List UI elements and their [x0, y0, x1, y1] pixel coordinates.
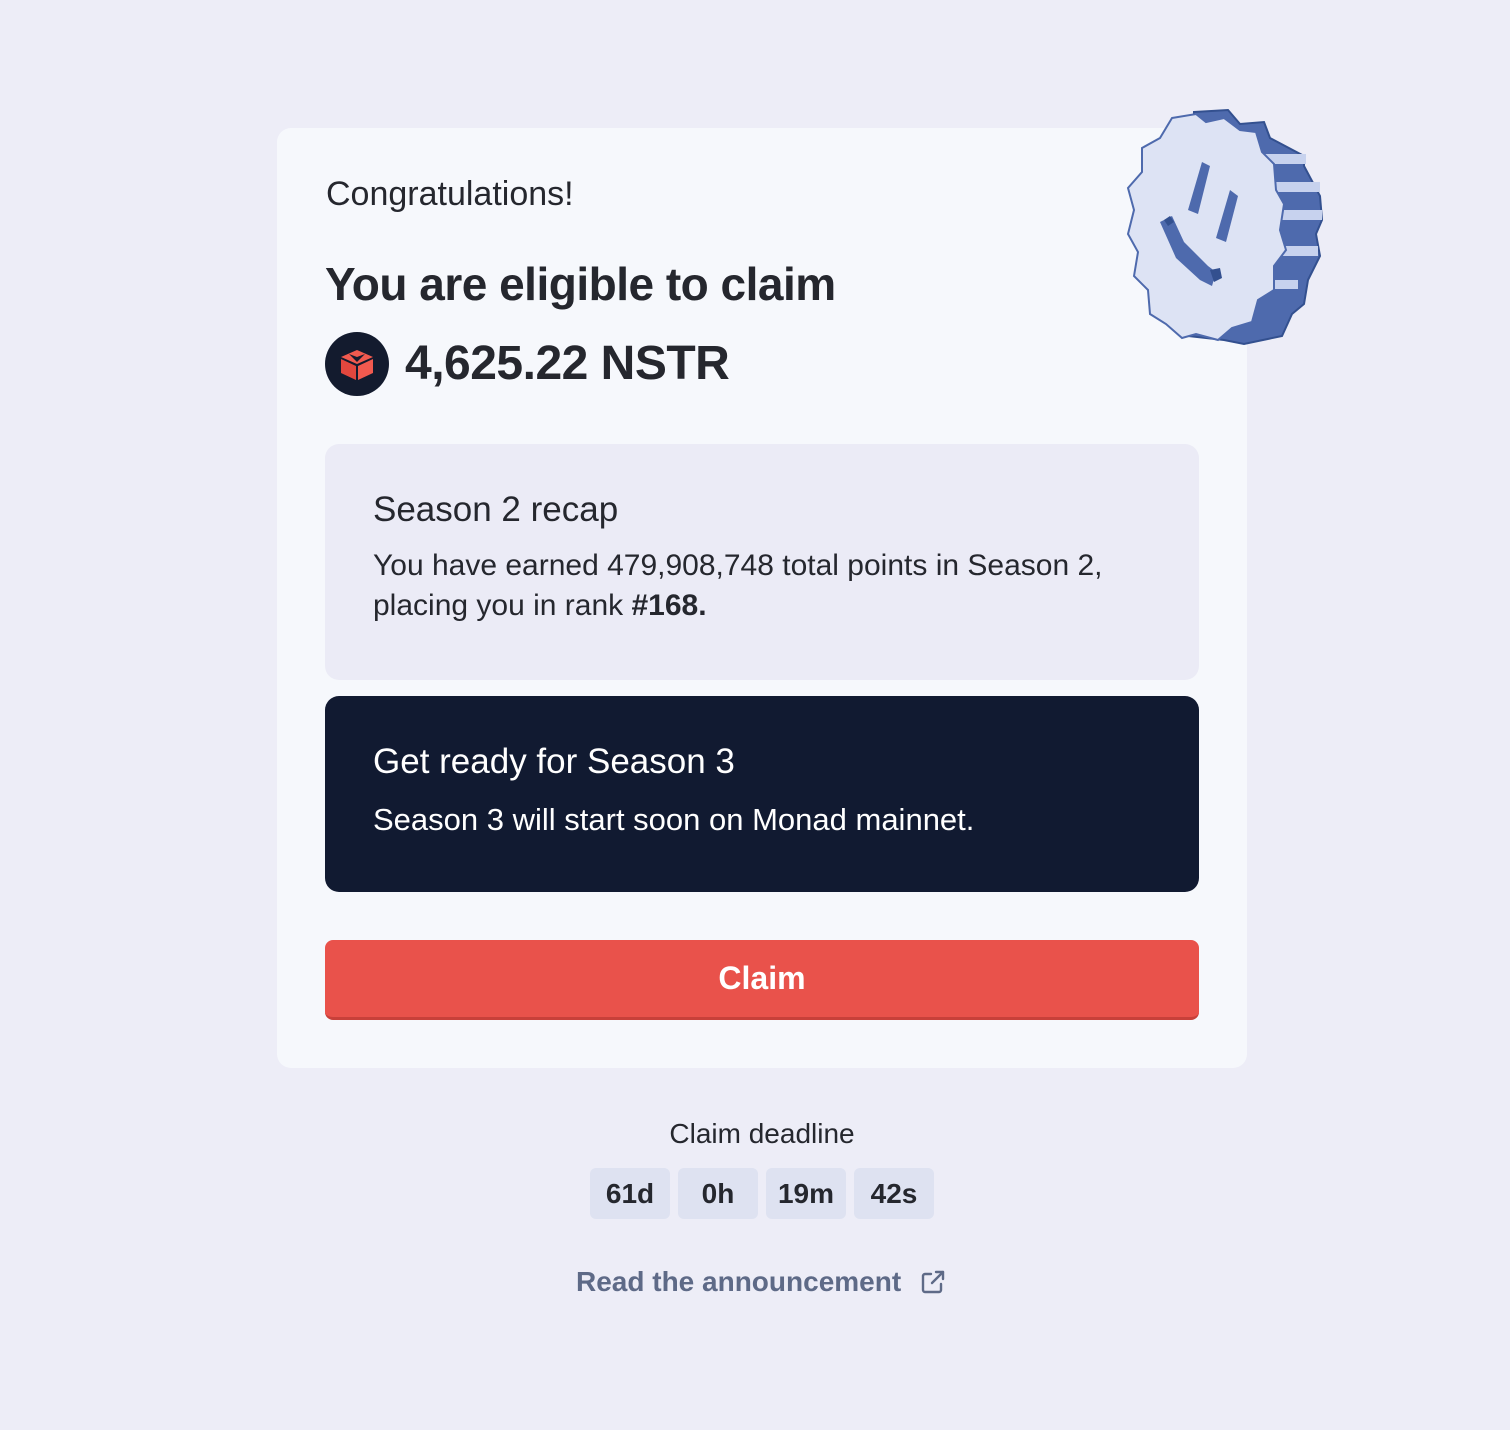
- claim-card: Congratulations! You are eligible to cla…: [277, 128, 1247, 1068]
- greeting-text: Congratulations!: [326, 175, 574, 213]
- recap-body-text: You have earned 479,908,748 total points…: [373, 549, 1103, 622]
- claim-amount: 4,625.22 NSTR: [405, 337, 730, 390]
- nstr-token-icon: [325, 332, 389, 396]
- smiley-coin-icon: [1126, 108, 1324, 346]
- recap-body: You have earned 479,908,748 total points…: [373, 546, 1143, 626]
- claim-countdown: 61d 0h 19m 42s: [590, 1168, 934, 1219]
- countdown-minutes: 19m: [766, 1168, 846, 1219]
- claim-amount-row: 4,625.22 NSTR: [325, 332, 730, 396]
- eligible-headline: You are eligible to claim: [325, 258, 836, 310]
- countdown-days: 61d: [590, 1168, 670, 1219]
- season-2-recap-panel: Season 2 recap You have earned 479,908,7…: [325, 444, 1199, 680]
- season-3-title: Get ready for Season 3: [373, 742, 735, 781]
- countdown-seconds: 42s: [854, 1168, 934, 1219]
- recap-title: Season 2 recap: [373, 490, 619, 529]
- claim-deadline-label: Claim deadline: [669, 1118, 855, 1149]
- season-3-panel: Get ready for Season 3 Season 3 will sta…: [325, 696, 1199, 892]
- season-3-body: Season 3 will start soon on Monad mainne…: [373, 802, 975, 837]
- countdown-hours: 0h: [678, 1168, 758, 1219]
- claim-button[interactable]: Claim: [325, 940, 1199, 1020]
- recap-rank: #168.: [631, 589, 707, 622]
- read-announcement-label: Read the announcement: [576, 1266, 902, 1297]
- external-link-icon: [919, 1268, 947, 1296]
- read-announcement-link[interactable]: Read the announcement: [576, 1266, 947, 1298]
